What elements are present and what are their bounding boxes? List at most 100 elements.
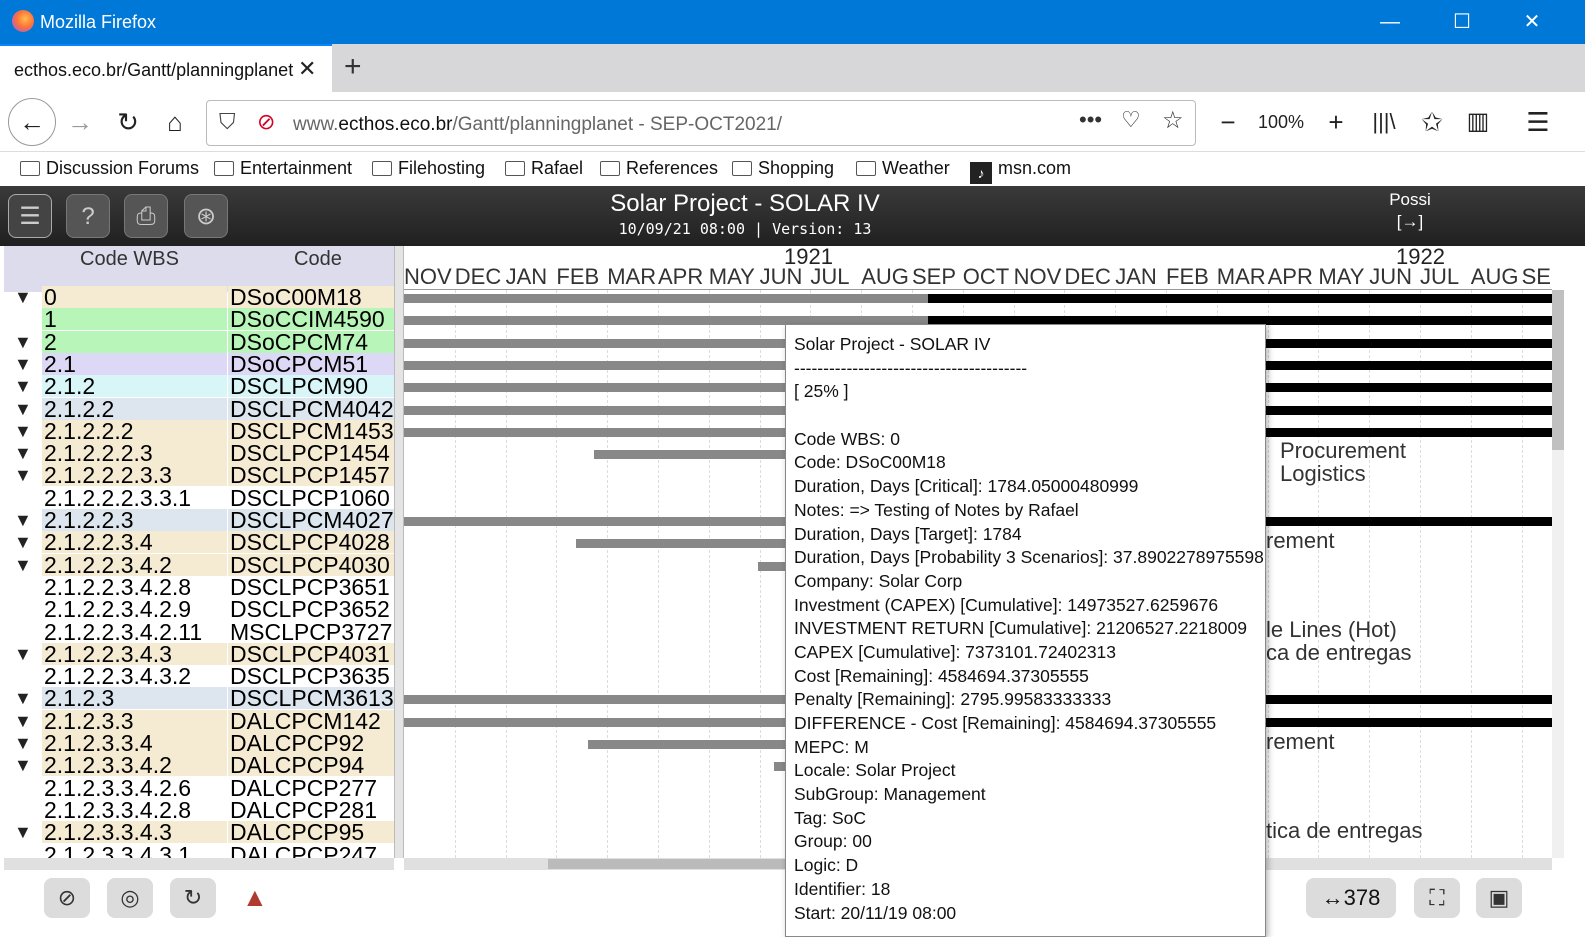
expand-triangle-icon[interactable]: ▼ (14, 286, 32, 308)
expand-triangle-icon[interactable]: ▼ (14, 643, 32, 665)
fit-view-button[interactable]: ⛶ (1414, 878, 1460, 918)
menu-icon[interactable]: ☰ (1518, 102, 1558, 142)
table-row[interactable]: ▼ 2.1.2.2.2.3 DSCLPCP1454 (4, 442, 394, 465)
zoom-level[interactable]: 100% (1258, 112, 1304, 133)
table-row[interactable]: ▼ 2.1.2.2 DSCLPCM4042 (4, 397, 394, 420)
page-actions-icon[interactable]: ••• (1079, 107, 1102, 133)
expand-triangle-icon[interactable]: ▼ (14, 331, 32, 353)
task-bar[interactable] (404, 294, 928, 303)
expand-triangle-icon[interactable]: ▼ (14, 687, 32, 709)
close-window-button[interactable]: ✕ (1512, 8, 1552, 36)
table-row[interactable]: 2.1.2.3.3.4.3.1 DALCPCP247 (4, 843, 394, 858)
zoom-percent-button[interactable]: ↔378 (1306, 878, 1396, 918)
table-row[interactable]: ▼ 0 DSoC00M18 (4, 286, 394, 308)
table-row[interactable]: ▼ 2.1.2.2.3 DSCLPCM4027 (4, 509, 394, 531)
zoom-in-button[interactable]: + (1316, 102, 1356, 142)
expand-triangle-icon[interactable]: ▼ (14, 464, 32, 486)
column-header-wbs[interactable]: Code WBS (80, 248, 179, 271)
task-bar[interactable] (404, 695, 804, 705)
expand-triangle-icon[interactable]: ▼ (14, 531, 32, 553)
expand-triangle-icon[interactable]: ▼ (14, 398, 32, 420)
table-row[interactable]: 1 DSoCCIM4590 (4, 308, 394, 331)
table-row[interactable]: 2.1.2.2.3.4.3.2 DSCLPCP3635 (4, 665, 394, 688)
expand-triangle-icon[interactable]: ▼ (14, 554, 32, 576)
critical-task-bar[interactable] (1264, 405, 1552, 415)
bookmark-folder[interactable]: Weather (856, 158, 950, 179)
bookmark-folder[interactable]: References (600, 158, 718, 179)
table-horizontal-scrollbar[interactable] (4, 858, 394, 870)
target-button[interactable]: ◎ (107, 878, 153, 918)
maximize-button[interactable]: ☐ (1442, 8, 1482, 36)
table-row[interactable]: ▼ 2.1.2 DSCLPCM90 (4, 375, 394, 398)
column-header-code[interactable]: Code (294, 248, 342, 271)
critical-task-bar[interactable] (1264, 338, 1552, 348)
expand-triangle-icon[interactable]: ▼ (14, 710, 32, 732)
bookmark-link[interactable]: ♪ msn.com (970, 158, 1071, 184)
task-bar[interactable] (576, 539, 804, 549)
task-bar[interactable] (588, 740, 804, 749)
table-row[interactable]: 2.1.2.2.3.4.2.9 DSCLPCP3652 (4, 598, 394, 621)
task-bar[interactable] (404, 717, 804, 727)
pocket-icon[interactable]: ♡ (1121, 107, 1141, 133)
back-button[interactable]: ← (8, 98, 56, 146)
shield-icon[interactable]: ⛉ (219, 109, 236, 135)
table-row[interactable]: ▼ 2.1.2.2.2 DSCLPCM1453 (4, 419, 394, 442)
task-bar[interactable] (404, 360, 804, 370)
expand-triangle-icon[interactable]: ▼ (14, 821, 32, 843)
url-text[interactable]: www.ecthos.eco.br/Gantt/planningplanet -… (293, 114, 782, 136)
table-row[interactable]: ▼ 2.1.2.2.3.4.2 DSCLPCP4030 (4, 553, 394, 576)
url-bar[interactable]: ⛉ ⊘ www.ecthos.eco.br/Gantt/planningplan… (206, 100, 1196, 146)
bookmark-folder[interactable]: Filehosting (372, 158, 485, 179)
bookmark-folder[interactable]: Rafael (505, 158, 583, 179)
close-tab-icon[interactable]: ✕ (298, 56, 316, 82)
scroll-thumb[interactable] (1552, 290, 1564, 450)
expand-triangle-icon[interactable]: ▼ (14, 754, 32, 776)
bookmark-folder[interactable]: Discussion Forums (20, 158, 199, 179)
reload-button[interactable]: ↻ (108, 102, 148, 142)
critical-task-bar[interactable] (1264, 383, 1552, 393)
task-bar[interactable] (594, 450, 804, 460)
table-row[interactable]: ▼ 2.1.2.2.3.4 DSCLPCP4028 (4, 531, 394, 554)
table-row[interactable]: 2.1.2.3.3.4.2.8 DALCPCP281 (4, 798, 394, 821)
vertical-scrollbar[interactable] (1552, 290, 1564, 858)
task-bar[interactable] (404, 405, 804, 415)
expand-triangle-icon[interactable]: ▼ (14, 732, 32, 754)
scroll-thumb[interactable] (548, 859, 808, 869)
home-button[interactable]: ⌂ (155, 102, 195, 142)
zoom-out-button[interactable]: − (1208, 102, 1248, 142)
expand-triangle-icon[interactable]: ▼ (14, 509, 32, 531)
library-icon[interactable]: |||\ (1364, 102, 1404, 142)
table-row[interactable]: ▼ 2.1.2.3.3.4 DALCPCP92 (4, 732, 394, 754)
sidebar-icon[interactable]: ▥ (1458, 102, 1498, 142)
table-row[interactable]: ▼ 2.1.2.3.3 DALCPCM142 (4, 709, 394, 732)
table-row[interactable]: 2.1.2.3.3.4.2.6 DALCPCP277 (4, 776, 394, 799)
critical-task-bar[interactable] (1264, 717, 1552, 727)
expand-triangle-icon[interactable]: ▼ (14, 420, 32, 442)
tab-active[interactable]: ecthos.eco.br/Gantt/planningplanet ✕ (0, 44, 332, 92)
extensions-icon[interactable]: ✩ (1412, 102, 1452, 142)
pane-splitter[interactable] (394, 246, 404, 858)
table-row[interactable]: ▼ 2.1.2.2.3.4.3 DSCLPCP4031 (4, 642, 394, 665)
fullscreen-button[interactable]: ▣ (1476, 878, 1522, 918)
critical-task-bar[interactable] (1264, 427, 1552, 437)
expand-triangle-icon[interactable]: ▼ (14, 442, 32, 464)
table-row[interactable]: ▼ 2.1.2.3 DSCLPCM3613 (4, 687, 394, 710)
table-row[interactable]: ▼ 2.1.2.2.2.3.3 DSCLPCP1457 (4, 464, 394, 487)
refresh-button[interactable]: ↻ (170, 878, 216, 918)
new-tab-button[interactable]: + (344, 50, 362, 84)
table-row[interactable]: 2.1.2.2.3.4.2.11 MSCLPCP3727 (4, 620, 394, 643)
critical-task-bar[interactable] (1264, 695, 1552, 705)
table-row[interactable]: 2.1.2.2.3.4.2.8 DSCLPCP3651 (4, 575, 394, 598)
bookmark-star-icon[interactable]: ☆ (1162, 106, 1184, 135)
forward-button[interactable]: → (60, 102, 100, 142)
task-bar[interactable] (404, 517, 804, 526)
table-row[interactable]: ▼ 2.1.2.3.3.4.2 DALCPCP94 (4, 754, 394, 777)
warning-icon[interactable]: ▲ (242, 882, 268, 913)
critical-task-bar[interactable] (928, 294, 1552, 303)
table-row[interactable]: ▼ 2 DSoCPCM74 (4, 330, 394, 353)
critical-task-bar[interactable] (1264, 360, 1552, 370)
table-row[interactable]: ▼ 2.1.2.3.3.4.3 DALCPCP95 (4, 821, 394, 844)
task-bar[interactable] (404, 427, 804, 437)
critical-task-bar[interactable] (1264, 517, 1552, 526)
expand-triangle-icon[interactable]: ▼ (14, 353, 32, 375)
